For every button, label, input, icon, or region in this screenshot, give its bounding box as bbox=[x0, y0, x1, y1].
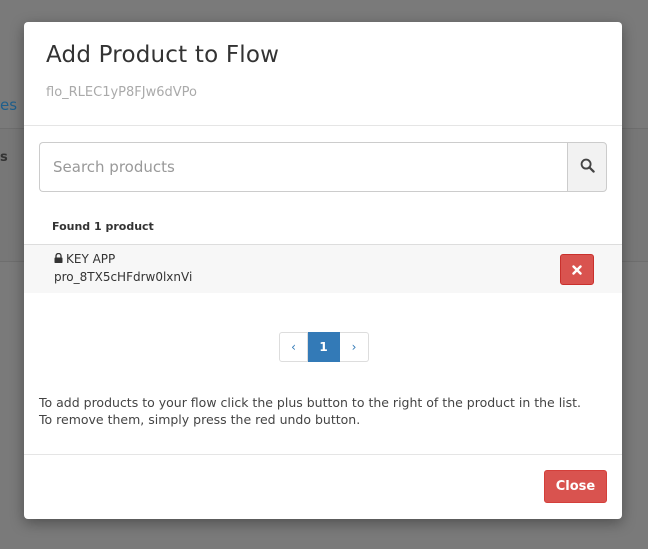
add-product-modal: Add Product to Flow flo_RLEC1yP8FJw6dVPo… bbox=[24, 22, 622, 519]
product-name-cell: KEY APP bbox=[54, 252, 115, 266]
footer-divider bbox=[24, 454, 622, 455]
search-input[interactable] bbox=[39, 142, 567, 192]
modal-title: Add Product to Flow bbox=[46, 42, 280, 68]
pagination-page-1[interactable]: 1 bbox=[308, 332, 340, 362]
search-icon bbox=[580, 158, 595, 177]
help-text: To add products to your flow click the p… bbox=[39, 394, 581, 428]
help-line-2: To remove them, simply press the red und… bbox=[39, 412, 361, 427]
pagination: ‹ 1 › bbox=[279, 332, 369, 362]
product-name: KEY APP bbox=[66, 252, 116, 266]
close-button[interactable]: Close bbox=[544, 470, 607, 503]
times-icon bbox=[572, 260, 582, 279]
search-button[interactable] bbox=[567, 142, 607, 192]
pagination-next[interactable]: › bbox=[340, 332, 369, 362]
remove-product-button[interactable] bbox=[560, 254, 594, 285]
product-id: pro_8TX5cHFdrw0lxnVi bbox=[54, 270, 193, 284]
pagination-prev[interactable]: ‹ bbox=[279, 332, 308, 362]
search-row bbox=[39, 142, 607, 192]
background-text: s bbox=[0, 150, 8, 165]
flow-id: flo_RLEC1yP8FJw6dVPo bbox=[46, 85, 197, 100]
background-link: es bbox=[0, 96, 18, 114]
lock-icon bbox=[54, 252, 63, 266]
results-count: Found 1 product bbox=[52, 220, 154, 233]
table-row: KEY APP pro_8TX5cHFdrw0lxnVi bbox=[24, 245, 622, 293]
help-line-1: To add products to your flow click the p… bbox=[39, 395, 582, 410]
modal-header: Add Product to Flow flo_RLEC1yP8FJw6dVPo bbox=[24, 22, 622, 126]
